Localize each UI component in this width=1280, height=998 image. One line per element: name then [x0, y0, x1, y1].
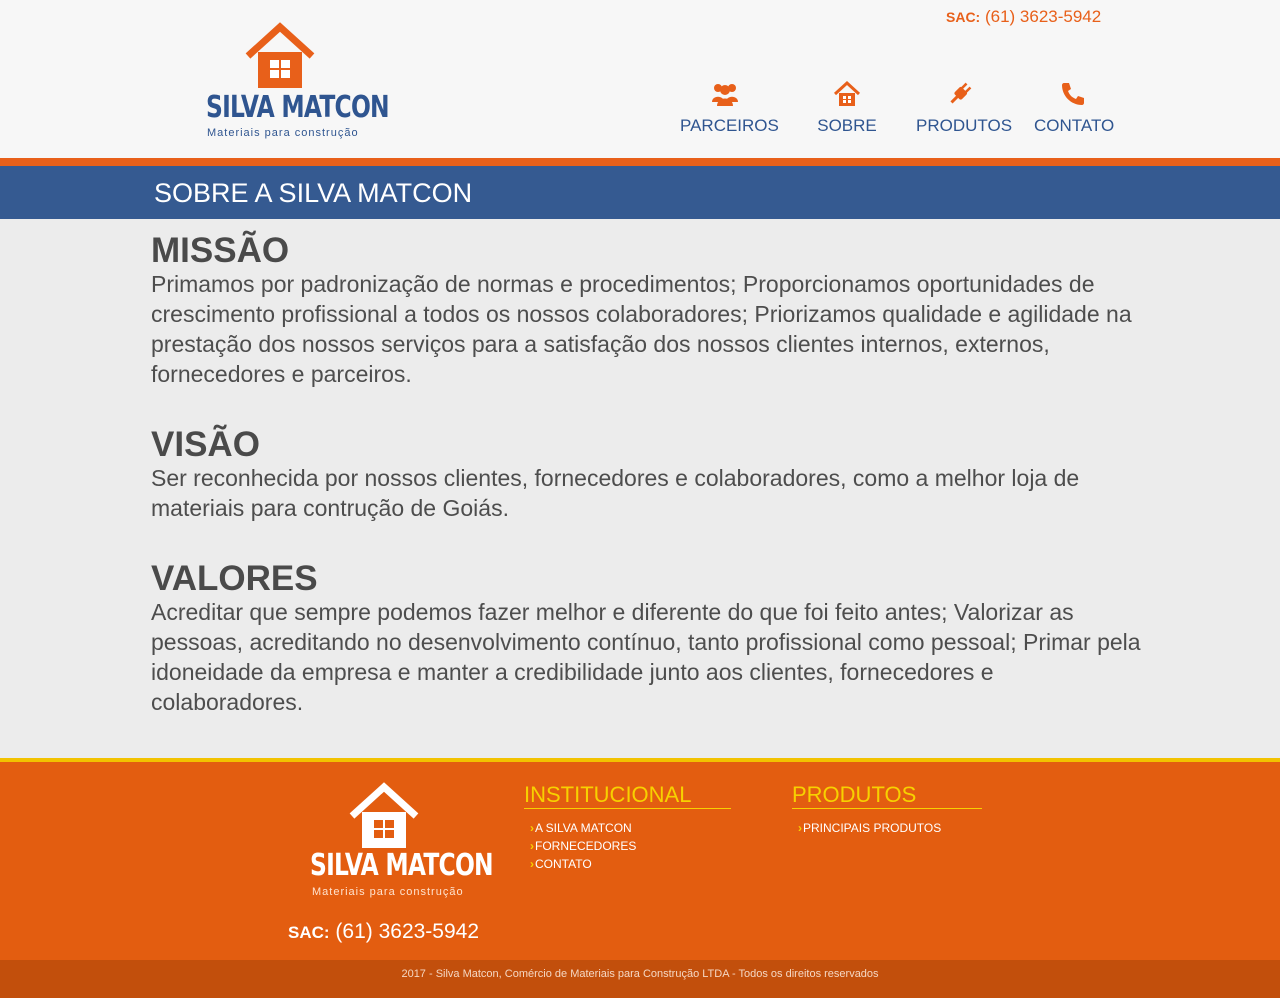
- copyright-text: 2017 - Silva Matcon, Comércio de Materia…: [401, 968, 879, 980]
- brand-tagline: Materiais para construção: [207, 127, 359, 139]
- section-text: Ser reconhecida por nossos clientes, for…: [151, 465, 1080, 521]
- sac-phone-number: (61) 3623-5942: [984, 7, 1102, 26]
- section-text: Acreditar que sempre podemos fazer melho…: [151, 599, 1141, 715]
- footer-links: ›PRINCIPAIS PRODUTOS: [798, 819, 982, 837]
- nav-contato[interactable]: CONTATO: [1034, 80, 1115, 140]
- nav-produtos[interactable]: PRODUTOS: [916, 80, 1013, 140]
- plug-icon: [950, 82, 972, 104]
- footer-col-title: INSTITUCIONAL: [524, 782, 731, 809]
- footer-sac-phone[interactable]: SAC: (61) 3623-5942: [288, 920, 479, 944]
- chevron-right-icon: ›: [530, 839, 534, 853]
- house-icon: [833, 80, 861, 106]
- users-icon: [712, 84, 738, 106]
- section-missao: MISSÃO Primamos por padronização de norm…: [151, 233, 1141, 389]
- footer-link-label: FORNECEDORES: [535, 839, 637, 853]
- nav-label: SOBRE: [817, 116, 877, 135]
- nav-label: PARCEIROS: [680, 116, 779, 135]
- footer-logo[interactable]: SILVA MATCON Materiais para construção: [310, 782, 494, 902]
- section-heading: VALORES: [151, 559, 318, 598]
- section-heading: MISSÃO: [151, 231, 290, 270]
- footer-links: ›A SILVA MATCON ›FORNECEDORES ›CONTATO: [530, 819, 731, 873]
- sac-phone[interactable]: SAC: (61) 3623-5942: [946, 7, 1101, 27]
- footer-brand-tagline: Materiais para construção: [312, 886, 464, 898]
- page-title: SOBRE A SILVA MATCON: [154, 178, 473, 208]
- section-text: Primamos por padronização de normas e pr…: [151, 271, 1132, 387]
- footer-link-principais-produtos[interactable]: ›PRINCIPAIS PRODUTOS: [798, 819, 982, 837]
- footer-brand-name: SILVA MATCON: [310, 848, 494, 883]
- nav-sobre[interactable]: SOBRE: [814, 80, 880, 140]
- footer-produtos: PRODUTOS ›PRINCIPAIS PRODUTOS: [792, 782, 982, 837]
- chevron-right-icon: ›: [530, 857, 534, 871]
- nav-label: PRODUTOS: [916, 116, 1013, 135]
- chevron-right-icon: ›: [530, 821, 534, 835]
- brand-name: SILVA MATCON: [206, 90, 390, 125]
- house-logo-icon: [349, 782, 419, 848]
- main-content: MISSÃO Primamos por padronização de norm…: [0, 219, 1280, 759]
- nav-parceiros[interactable]: PARCEIROS: [680, 80, 779, 140]
- sac-label: SAC:: [946, 9, 981, 25]
- footer-col-title: PRODUTOS: [792, 782, 982, 809]
- phone-icon: [1062, 83, 1084, 105]
- logo[interactable]: SILVA MATCON Materiais para construção: [206, 22, 390, 144]
- sac-label: SAC:: [288, 923, 330, 942]
- page-title-bar: SOBRE A SILVA MATCON: [0, 166, 1280, 219]
- footer-link-fornecedores[interactable]: ›FORNECEDORES: [530, 837, 731, 855]
- footer-link-label: A SILVA MATCON: [535, 821, 632, 835]
- section-heading: VISÃO: [151, 425, 260, 464]
- section-visao: VISÃO Ser reconhecida por nossos cliente…: [151, 427, 1141, 523]
- footer-link-a-silva-matcon[interactable]: ›A SILVA MATCON: [530, 819, 731, 837]
- house-logo-icon: [245, 22, 315, 88]
- site-header: SAC: (61) 3623-5942 SILVA MATCON Materia…: [0, 0, 1280, 158]
- sac-phone-number: (61) 3623-5942: [335, 920, 480, 943]
- footer-link-label: PRINCIPAIS PRODUTOS: [803, 821, 942, 835]
- nav-label: CONTATO: [1034, 116, 1115, 135]
- site-footer: SILVA MATCON Materiais para construção S…: [0, 762, 1280, 960]
- chevron-right-icon: ›: [798, 821, 802, 835]
- footer-link-label: CONTATO: [535, 857, 592, 871]
- header-divider: [0, 158, 1280, 166]
- footer-link-contato[interactable]: ›CONTATO: [530, 855, 731, 873]
- copyright-bar: 2017 - Silva Matcon, Comércio de Materia…: [0, 960, 1280, 998]
- footer-institucional: INSTITUCIONAL ›A SILVA MATCON ›FORNECEDO…: [524, 782, 731, 873]
- section-valores: VALORES Acreditar que sempre podemos faz…: [151, 561, 1141, 717]
